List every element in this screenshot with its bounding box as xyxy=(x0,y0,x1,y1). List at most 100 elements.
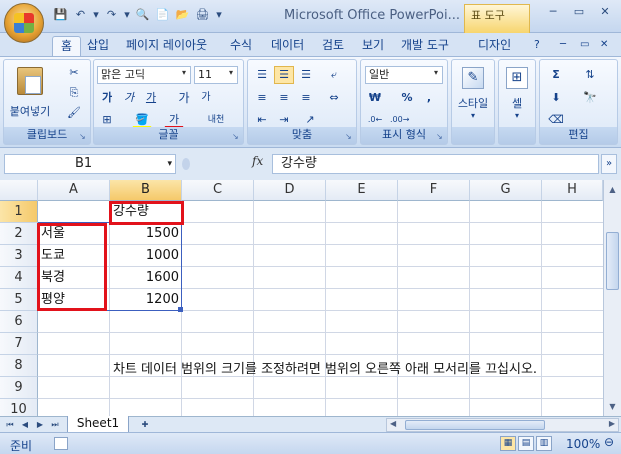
tab-developer[interactable]: 개발 도구 xyxy=(401,36,449,56)
insert-sheet-icon[interactable]: ✚ xyxy=(136,418,154,431)
font-launcher-icon[interactable]: ↘ xyxy=(232,132,241,141)
copy-icon[interactable]: ⎘ xyxy=(64,84,84,102)
row-header-4[interactable]: 4 xyxy=(0,267,38,289)
vertical-scroll-thumb[interactable] xyxy=(606,232,619,290)
page-layout-view-icon[interactable]: ▤ xyxy=(518,436,534,451)
align-center-icon[interactable]: ≡ xyxy=(274,89,294,107)
range-resize-handle[interactable] xyxy=(178,307,183,312)
new-icon[interactable]: 📄 xyxy=(154,6,171,23)
horizontal-scrollbar[interactable]: ◀ ▶ xyxy=(386,418,619,432)
col-header-d[interactable]: D xyxy=(254,180,326,201)
shrink-font-button[interactable]: 가 xyxy=(196,89,216,107)
worksheet-grid[interactable]: A B C D E F G H 1 2 3 4 5 6 7 8 9 10 강수량… xyxy=(0,180,603,416)
open-icon[interactable]: 📂 xyxy=(174,6,191,23)
tab-review[interactable]: 검토 xyxy=(322,36,344,56)
help-icon[interactable]: ? xyxy=(534,36,540,56)
currency-button[interactable]: ₩ xyxy=(365,89,385,107)
last-sheet-icon[interactable]: ⏭ xyxy=(49,418,61,431)
font-size-dropdown-icon[interactable]: ▾ xyxy=(229,68,233,77)
align-right-icon[interactable]: ≡ xyxy=(296,89,316,107)
row-header-6[interactable]: 6 xyxy=(0,311,38,333)
prev-sheet-icon[interactable]: ◀ xyxy=(19,418,31,431)
ribbon-close-icon[interactable]: ✕ xyxy=(600,36,608,56)
page-break-view-icon[interactable]: ▥ xyxy=(536,436,552,451)
undo-dropdown-icon[interactable]: ▾ xyxy=(92,6,100,23)
grow-font-button[interactable]: 가 xyxy=(174,89,194,107)
wrap-text-icon[interactable]: ⤶ xyxy=(324,66,344,84)
tab-page-layout[interactable]: 페이지 레이아웃 xyxy=(126,36,207,56)
styles-button[interactable]: ✎ 스타일 ▾ xyxy=(454,64,492,124)
formula-input[interactable]: 강수량 xyxy=(272,154,599,174)
italic-button[interactable]: 가 xyxy=(119,89,139,107)
row-header-10[interactable]: 10 xyxy=(0,399,38,416)
align-bottom-icon[interactable]: ☰ xyxy=(296,66,316,84)
name-box-dropdown-icon[interactable]: ▾ xyxy=(167,155,172,173)
paste-button[interactable]: 붙여넣기 xyxy=(7,62,53,124)
sheet-tab-sheet1[interactable]: Sheet1 xyxy=(67,416,129,433)
font-name-select[interactable]: 맑은 고딕 xyxy=(97,66,191,84)
number-launcher-icon[interactable]: ↘ xyxy=(436,132,445,141)
row-header-5[interactable]: 5 xyxy=(0,289,38,311)
undo-icon[interactable]: ↶ xyxy=(72,6,89,23)
vertical-scrollbar[interactable]: ▲ ▼ xyxy=(603,180,621,416)
fill-icon[interactable]: ⬇ xyxy=(546,89,566,107)
number-format-select[interactable]: 일반 xyxy=(365,66,443,84)
zoom-out-icon[interactable]: ⊖ xyxy=(604,435,614,449)
select-all-corner[interactable] xyxy=(0,180,38,201)
alignment-launcher-icon[interactable]: ↘ xyxy=(345,132,354,141)
ribbon-minimize-icon[interactable]: ─ xyxy=(560,36,566,56)
scroll-left-icon[interactable]: ◀ xyxy=(390,419,396,428)
next-sheet-icon[interactable]: ▶ xyxy=(34,418,46,431)
tab-insert[interactable]: 삽입 xyxy=(87,36,109,56)
cells-button[interactable]: ⊞ 셀 ▾ xyxy=(501,64,533,124)
underline-button[interactable]: 가 xyxy=(141,89,161,107)
customize-qat-icon[interactable]: ▾ xyxy=(214,6,224,23)
tab-data[interactable]: 데이터 xyxy=(271,36,304,56)
font-name-dropdown-icon[interactable]: ▾ xyxy=(182,68,186,77)
formula-splitter[interactable] xyxy=(182,158,190,170)
row-header-9[interactable]: 9 xyxy=(0,377,38,399)
close-button[interactable]: ✕ xyxy=(592,3,618,21)
tab-view[interactable]: 보기 xyxy=(362,36,384,56)
percent-button[interactable]: % xyxy=(397,89,417,107)
find-select-icon[interactable]: 🔭 xyxy=(580,89,600,107)
first-sheet-icon[interactable]: ⏮ xyxy=(4,418,16,431)
print-preview-icon[interactable]: 🔍 xyxy=(134,6,151,23)
col-header-h[interactable]: H xyxy=(542,180,603,201)
bold-button[interactable]: 가 xyxy=(97,89,117,107)
number-format-dropdown-icon[interactable]: ▾ xyxy=(434,68,438,77)
redo-dropdown-icon[interactable]: ▾ xyxy=(123,6,131,23)
insert-function-button[interactable]: fx xyxy=(252,154,263,168)
office-button[interactable] xyxy=(4,3,44,43)
save-icon[interactable]: 💾 xyxy=(52,6,69,23)
minimize-button[interactable]: ─ xyxy=(540,3,566,21)
align-middle-icon[interactable]: ☰ xyxy=(274,66,294,84)
scroll-up-icon[interactable]: ▲ xyxy=(606,182,619,197)
sort-filter-icon[interactable]: ⇅ xyxy=(580,66,600,84)
tab-home[interactable]: 홈 xyxy=(52,36,82,56)
maximize-button[interactable]: ▭ xyxy=(566,3,592,21)
redo-icon[interactable]: ↷ xyxy=(103,6,120,23)
col-header-a[interactable]: A xyxy=(38,180,110,201)
col-header-c[interactable]: C xyxy=(182,180,254,201)
row-header-3[interactable]: 3 xyxy=(0,245,38,267)
autosum-icon[interactable]: Σ xyxy=(546,66,566,84)
name-box[interactable]: B1 ▾ xyxy=(4,154,176,174)
print-icon[interactable]: 🖨 xyxy=(194,6,211,23)
col-header-b[interactable]: B xyxy=(110,180,182,201)
scroll-down-icon[interactable]: ▼ xyxy=(606,399,619,414)
cut-icon[interactable]: ✂ xyxy=(64,64,84,82)
format-painter-icon[interactable]: 🖌 xyxy=(64,104,84,122)
clipboard-launcher-icon[interactable]: ↘ xyxy=(79,132,88,141)
horizontal-scroll-thumb[interactable] xyxy=(405,420,545,430)
merge-center-icon[interactable]: ⇔ xyxy=(324,89,344,107)
tab-design[interactable]: 디자인 xyxy=(478,36,511,56)
align-top-icon[interactable]: ☰ xyxy=(252,66,272,84)
col-header-e[interactable]: E xyxy=(326,180,398,201)
scroll-right-icon[interactable]: ▶ xyxy=(609,419,615,428)
ribbon-restore-icon[interactable]: ▭ xyxy=(580,36,589,56)
row-header-7[interactable]: 7 xyxy=(0,333,38,355)
expand-formula-bar-icon[interactable]: » xyxy=(601,154,617,174)
col-header-f[interactable]: F xyxy=(398,180,470,201)
align-left-icon[interactable]: ≡ xyxy=(252,89,272,107)
